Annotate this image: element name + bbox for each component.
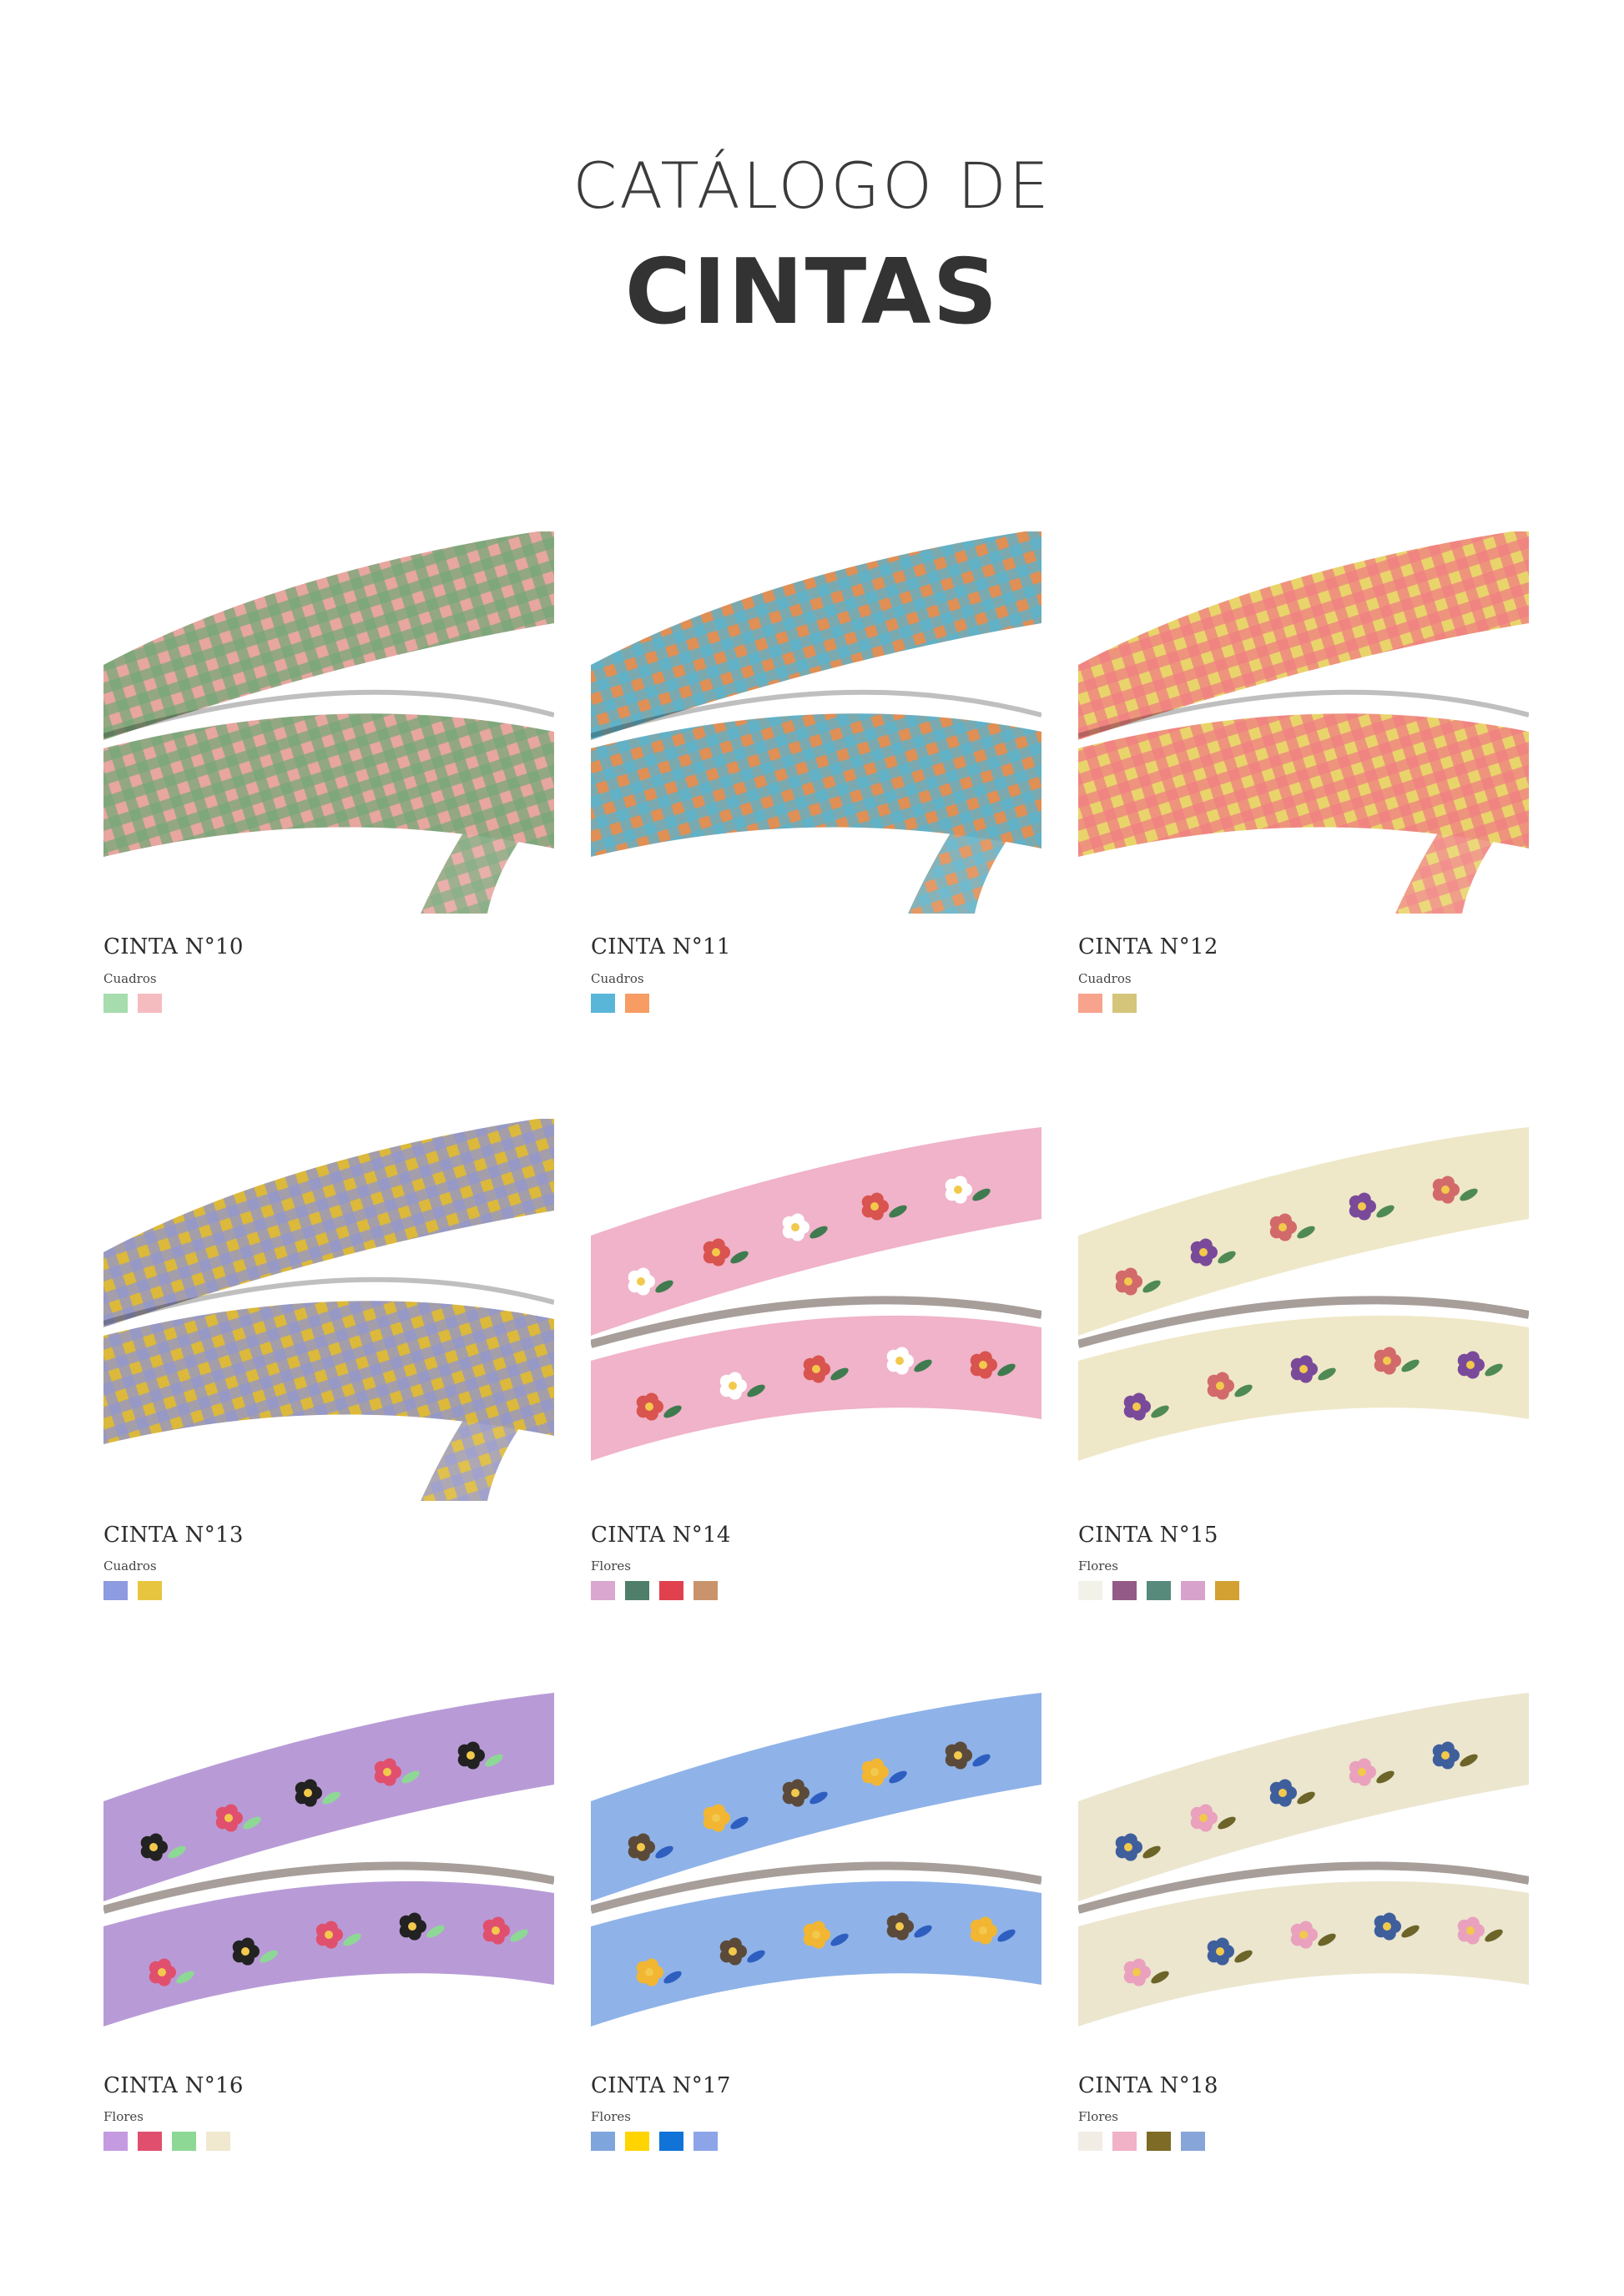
color-swatch bbox=[591, 994, 615, 1013]
ribbon-title: CINTA N°16 bbox=[103, 2073, 244, 2098]
ribbon-pattern-label: Flores bbox=[1078, 1558, 1118, 1573]
color-swatches bbox=[1078, 994, 1137, 1013]
ribbon-pattern-label: Flores bbox=[1078, 2109, 1118, 2124]
ribbon-title: CINTA N°14 bbox=[591, 1523, 731, 1548]
ribbon-title: CINTA N°18 bbox=[1078, 2073, 1218, 2098]
gingham-ribbon-photo bbox=[591, 523, 1041, 914]
ribbon-title: CINTA N°13 bbox=[103, 1523, 244, 1548]
color-swatch bbox=[693, 1581, 718, 1600]
color-swatch bbox=[1181, 2132, 1205, 2151]
floral-ribbon-photo bbox=[591, 1676, 1041, 2067]
ribbon-pattern-label: Cuadros bbox=[103, 971, 157, 986]
gingham-ribbon-photo bbox=[103, 523, 554, 914]
ribbon-pattern-label: Cuadros bbox=[103, 1558, 157, 1573]
color-swatches bbox=[591, 994, 649, 1013]
color-swatch bbox=[138, 1581, 162, 1600]
color-swatches bbox=[103, 994, 162, 1013]
ribbon-pattern-label: Cuadros bbox=[591, 971, 644, 986]
ribbon-pattern-label: Flores bbox=[591, 2109, 631, 2124]
gingham-ribbon-photo bbox=[103, 1110, 554, 1501]
color-swatch bbox=[138, 2132, 162, 2151]
ribbon-title: CINTA N°15 bbox=[1078, 1523, 1218, 1548]
color-swatch bbox=[206, 2132, 230, 2151]
color-swatch bbox=[659, 2132, 683, 2151]
ribbon-pattern-label: Flores bbox=[103, 2109, 144, 2124]
ribbon-title: CINTA N°11 bbox=[591, 934, 731, 959]
gingham-ribbon-photo bbox=[1078, 523, 1529, 914]
color-swatch bbox=[103, 994, 128, 1013]
color-swatches bbox=[103, 2132, 230, 2151]
header-pretitle: CATÁLOGO DE bbox=[572, 149, 1052, 223]
color-swatches bbox=[103, 1581, 162, 1600]
color-swatch bbox=[625, 1581, 649, 1600]
ribbon-pattern-label: Cuadros bbox=[1078, 971, 1132, 986]
ribbon-pattern-label: Flores bbox=[591, 1558, 631, 1573]
color-swatch bbox=[1181, 1581, 1205, 1600]
color-swatch bbox=[1078, 2132, 1102, 2151]
color-swatch bbox=[1078, 1581, 1102, 1600]
color-swatches bbox=[591, 2132, 718, 2151]
color-swatch bbox=[103, 2132, 128, 2151]
color-swatch bbox=[659, 1581, 683, 1600]
color-swatch bbox=[1112, 994, 1137, 1013]
color-swatch bbox=[103, 1581, 128, 1600]
catalog-header: CATÁLOGO DE CINTAS bbox=[0, 154, 1624, 338]
ribbon-title: CINTA N°10 bbox=[103, 934, 244, 959]
floral-ribbon-photo bbox=[1078, 1676, 1529, 2067]
color-swatch bbox=[1147, 1581, 1171, 1600]
color-swatch bbox=[138, 994, 162, 1013]
ribbon-title: CINTA N°17 bbox=[591, 2073, 731, 2098]
color-swatch bbox=[1078, 994, 1102, 1013]
color-swatch bbox=[1112, 1581, 1137, 1600]
color-swatch bbox=[693, 2132, 718, 2151]
ribbon-title: CINTA N°12 bbox=[1078, 934, 1218, 959]
floral-ribbon-photo bbox=[1078, 1110, 1529, 1501]
color-swatches bbox=[1078, 2132, 1205, 2151]
color-swatch bbox=[1147, 2132, 1171, 2151]
color-swatches bbox=[591, 1581, 718, 1600]
color-swatch bbox=[591, 1581, 615, 1600]
color-swatch bbox=[625, 994, 649, 1013]
color-swatch bbox=[625, 2132, 649, 2151]
color-swatch bbox=[591, 2132, 615, 2151]
floral-ribbon-photo bbox=[103, 1676, 554, 2067]
color-swatch bbox=[172, 2132, 196, 2151]
floral-ribbon-photo bbox=[591, 1110, 1041, 1501]
header-title: CINTAS bbox=[624, 240, 1000, 345]
color-swatch bbox=[1215, 1581, 1239, 1600]
color-swatches bbox=[1078, 1581, 1239, 1600]
color-swatch bbox=[1112, 2132, 1137, 2151]
